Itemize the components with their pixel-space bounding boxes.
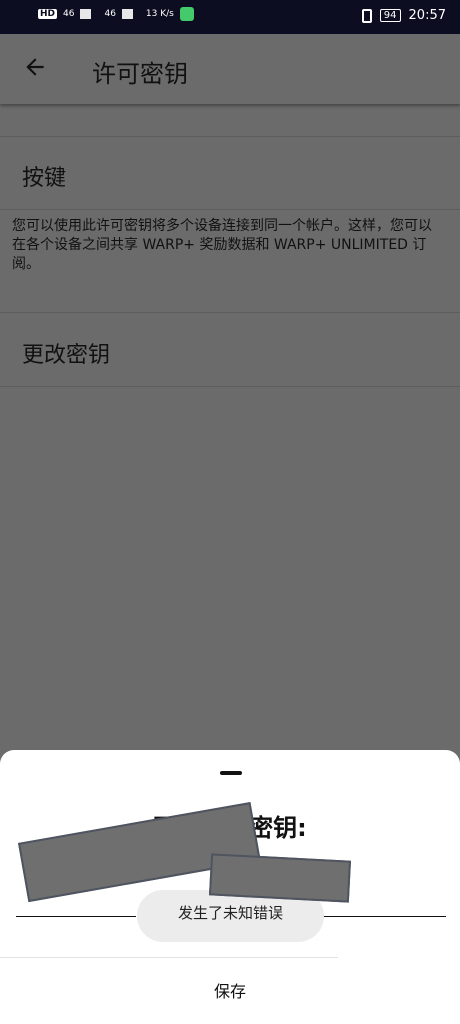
status-left: HD 46 46 13 K/s: [38, 7, 194, 21]
arrow-left-icon[interactable]: [22, 54, 48, 80]
sheet-divider: [0, 957, 338, 958]
divider: [0, 209, 460, 210]
save-button[interactable]: 保存: [0, 978, 460, 1002]
divider: [0, 386, 460, 387]
license-description: 您可以使用此许可密钥将多个设备连接到同一个帐户。这样，您可以在各个设备之间共享 …: [12, 218, 432, 272]
signal-label-2: 46: [104, 9, 116, 19]
notification-app-icon: [179, 7, 194, 21]
hd-badge: HD: [38, 9, 58, 19]
drag-handle[interactable]: [220, 771, 242, 775]
battery-indicator: 94: [379, 9, 401, 22]
network-speed: 13 K/s: [145, 8, 174, 19]
signal-icon: [121, 9, 140, 19]
app-bar: 许可密钥: [0, 34, 460, 104]
change-key-item[interactable]: 更改密钥: [22, 337, 110, 369]
vibrate-icon: [361, 8, 372, 23]
status-bar: HD 46 46 13 K/s 94 20:57: [0, 0, 460, 34]
update-key-sheet: 更新许可密钥: 发生了未知错误 保存: [0, 750, 460, 1024]
signal-label-1: 46: [63, 9, 75, 19]
signal-icon: [80, 9, 99, 19]
page-title: 许可密钥: [92, 60, 188, 88]
redaction-block: [208, 853, 352, 903]
divider: [0, 312, 460, 313]
status-right: 94 20:57: [361, 8, 446, 23]
key-input-underline[interactable]: [322, 916, 446, 917]
key-section-label: 按键: [22, 166, 67, 191]
divider: [0, 136, 460, 137]
clock: 20:57: [408, 8, 446, 23]
key-input-underline[interactable]: [16, 916, 136, 917]
